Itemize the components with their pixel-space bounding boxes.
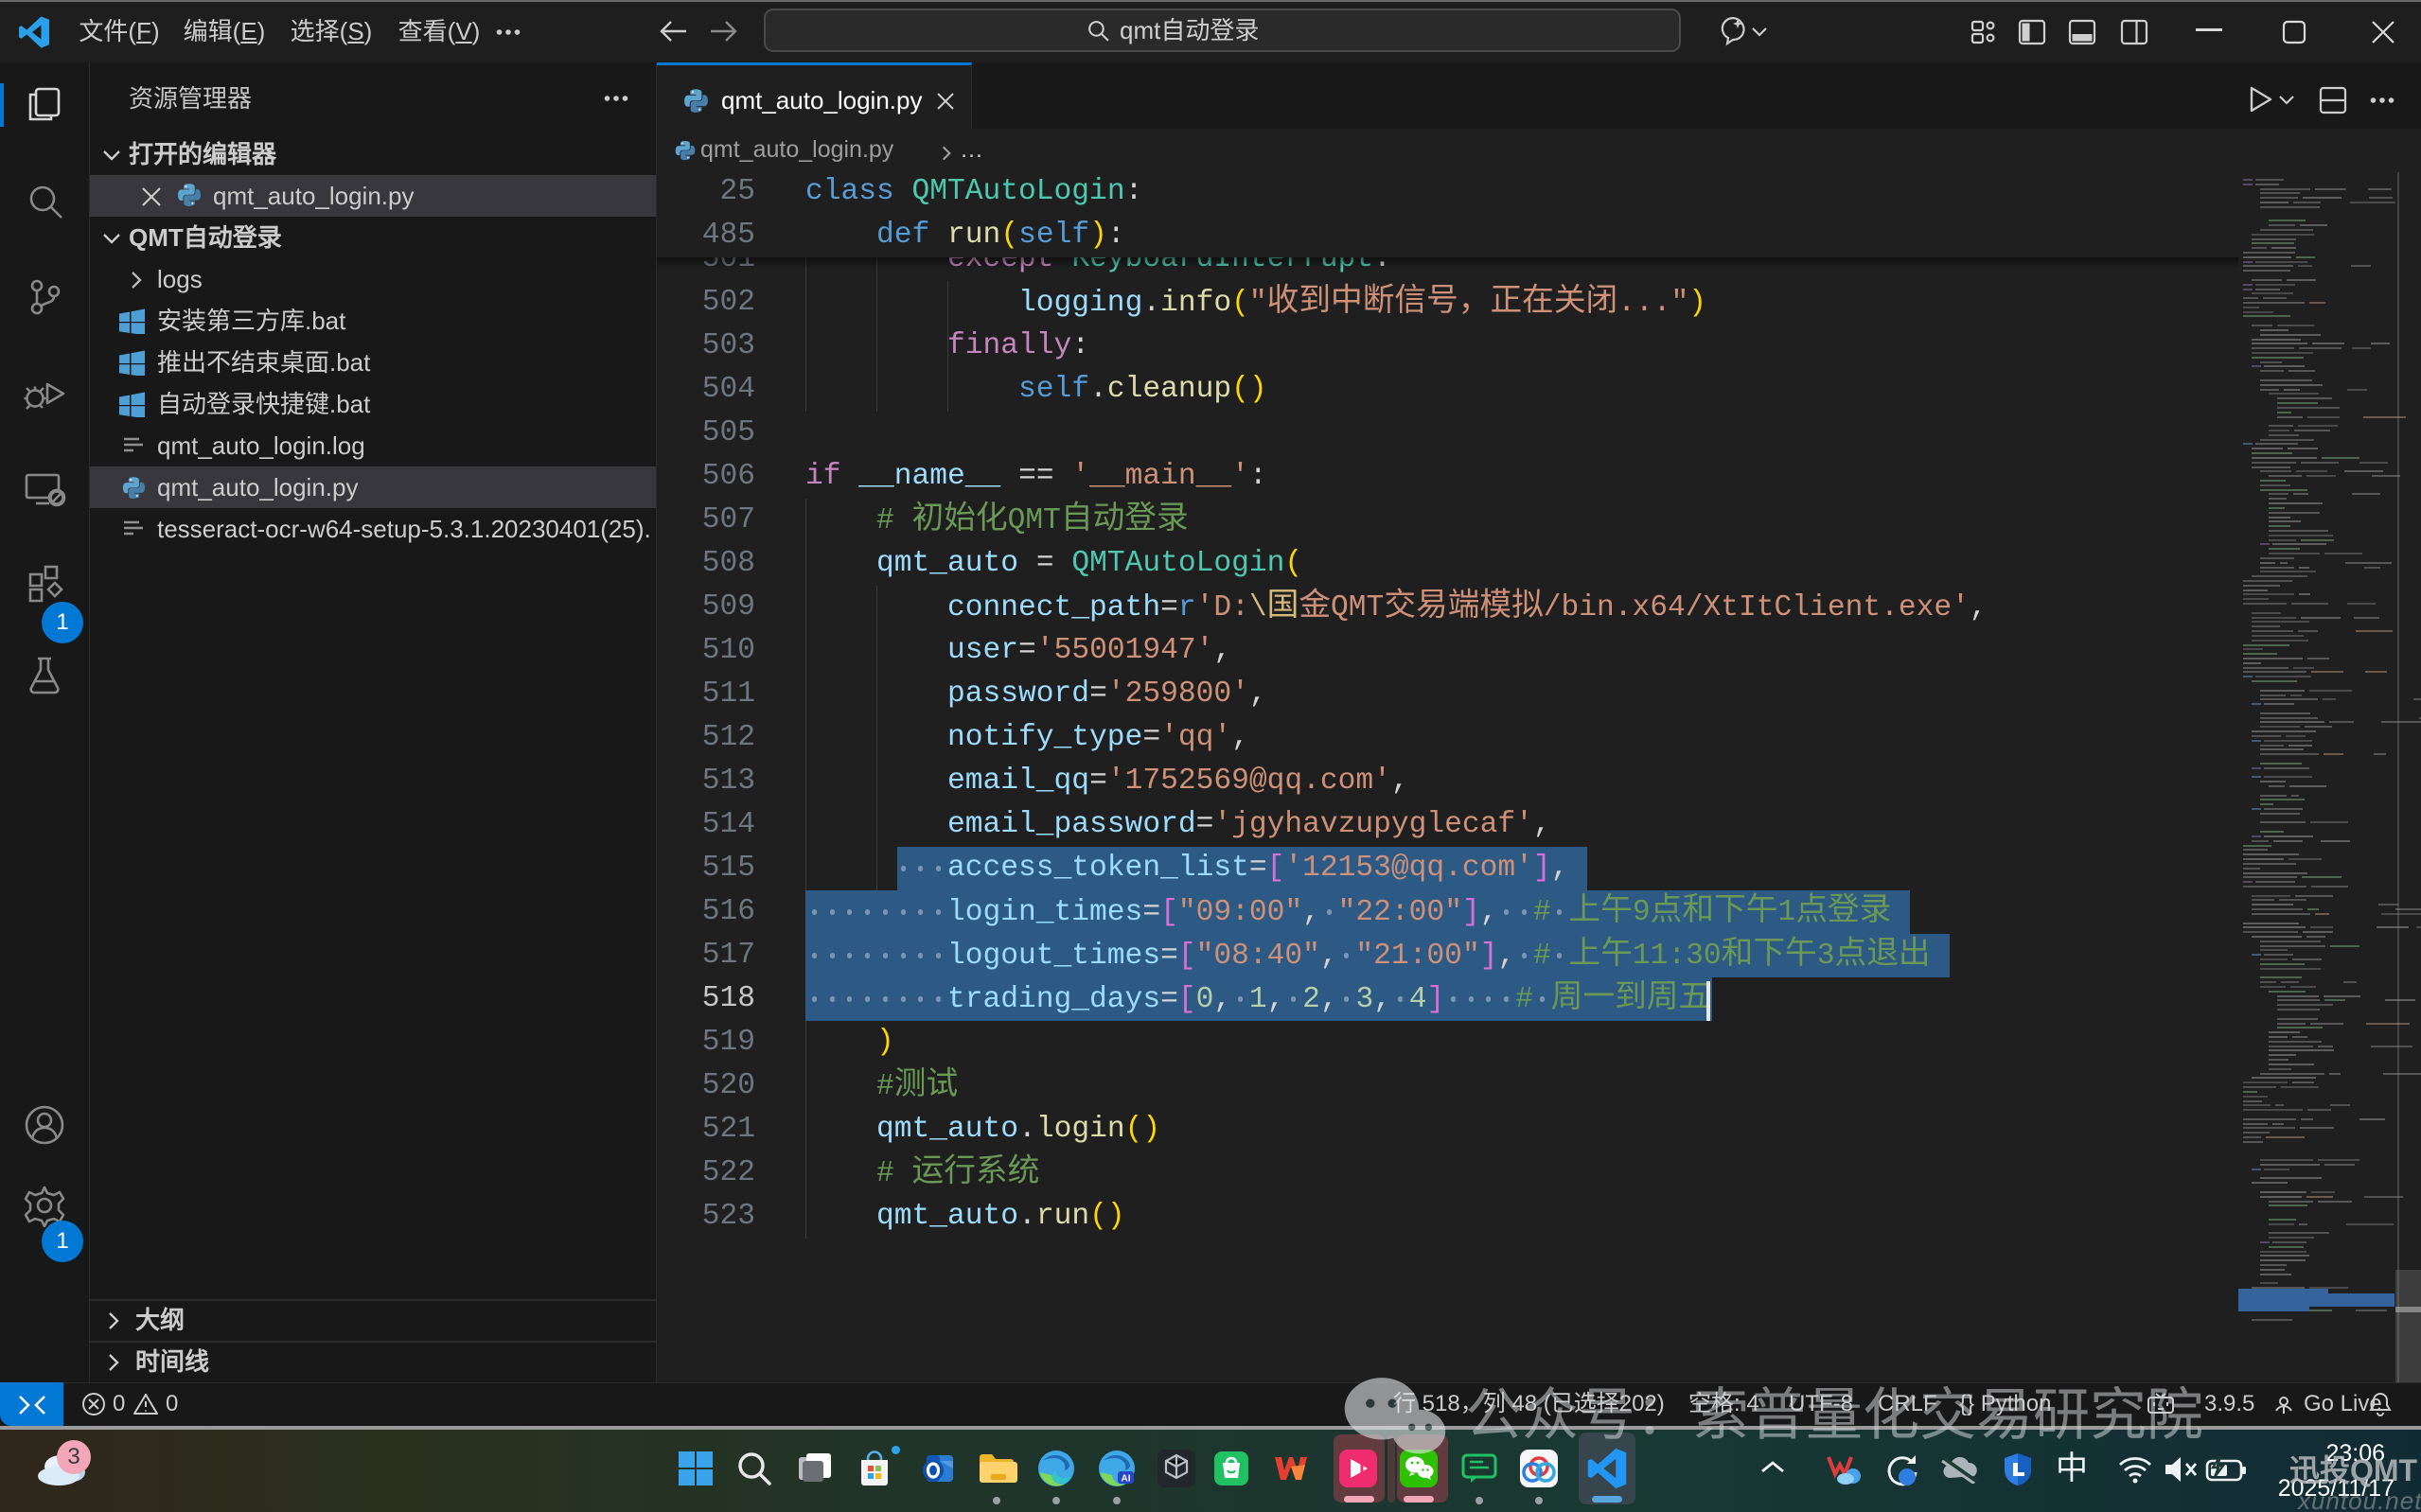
- svg-text:AI: AI: [1122, 1474, 1131, 1485]
